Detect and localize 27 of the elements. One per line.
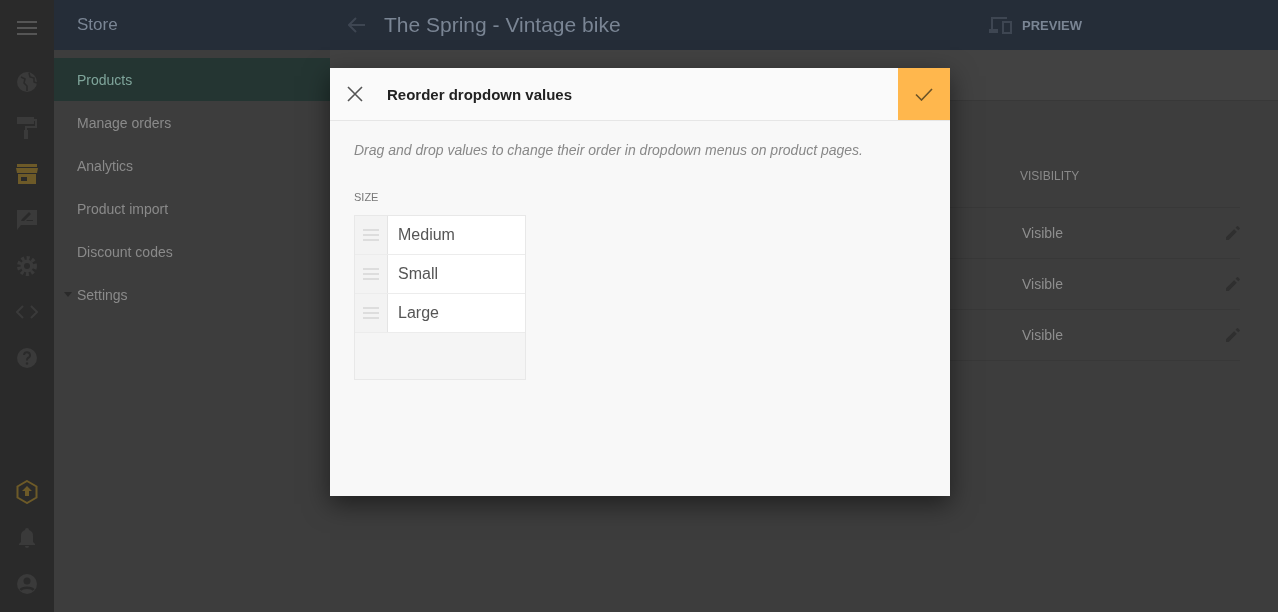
table-cell-text: Visible xyxy=(1022,327,1064,343)
store-icon xyxy=(16,164,38,184)
confirm-button[interactable] xyxy=(898,68,950,120)
preview-button[interactable]: PREVIEW xyxy=(982,15,1088,35)
checkmark-icon xyxy=(915,87,933,101)
sidebar-item[interactable]: Product import xyxy=(54,187,330,230)
devices-icon xyxy=(988,16,1015,34)
column-header: VISIBILITY xyxy=(1020,169,1080,183)
close-icon xyxy=(347,86,363,102)
dialog-title: Reorder dropdown values xyxy=(387,85,573,103)
sidebar-item[interactable]: Discount codes xyxy=(54,230,330,273)
table-cell-text: Visible xyxy=(1022,276,1064,292)
value-item[interactable]: Large xyxy=(388,294,525,332)
page-title: The Spring - Vintage bike xyxy=(384,13,621,37)
menu-icon xyxy=(17,21,37,35)
option-label: SIZE xyxy=(354,191,380,203)
sidebar-item[interactable]: Products xyxy=(54,58,330,101)
table-cell-text: Visible xyxy=(1022,225,1064,241)
hexagon-arrow-icon xyxy=(16,480,38,504)
sidebar-item[interactable]: Manage orders xyxy=(54,101,330,144)
sidebar-title: Store xyxy=(77,15,118,35)
sidebar-item[interactable]: Settings xyxy=(54,273,330,316)
value-item[interactable]: Medium xyxy=(388,216,525,254)
back-arrow-icon[interactable] xyxy=(348,17,366,33)
value-item[interactable]: Small xyxy=(388,255,525,293)
hint-text: Drag and drop values to change their order in dropdown menus on product pages. xyxy=(354,142,864,158)
sidebar-item[interactable]: Analytics xyxy=(54,144,330,187)
